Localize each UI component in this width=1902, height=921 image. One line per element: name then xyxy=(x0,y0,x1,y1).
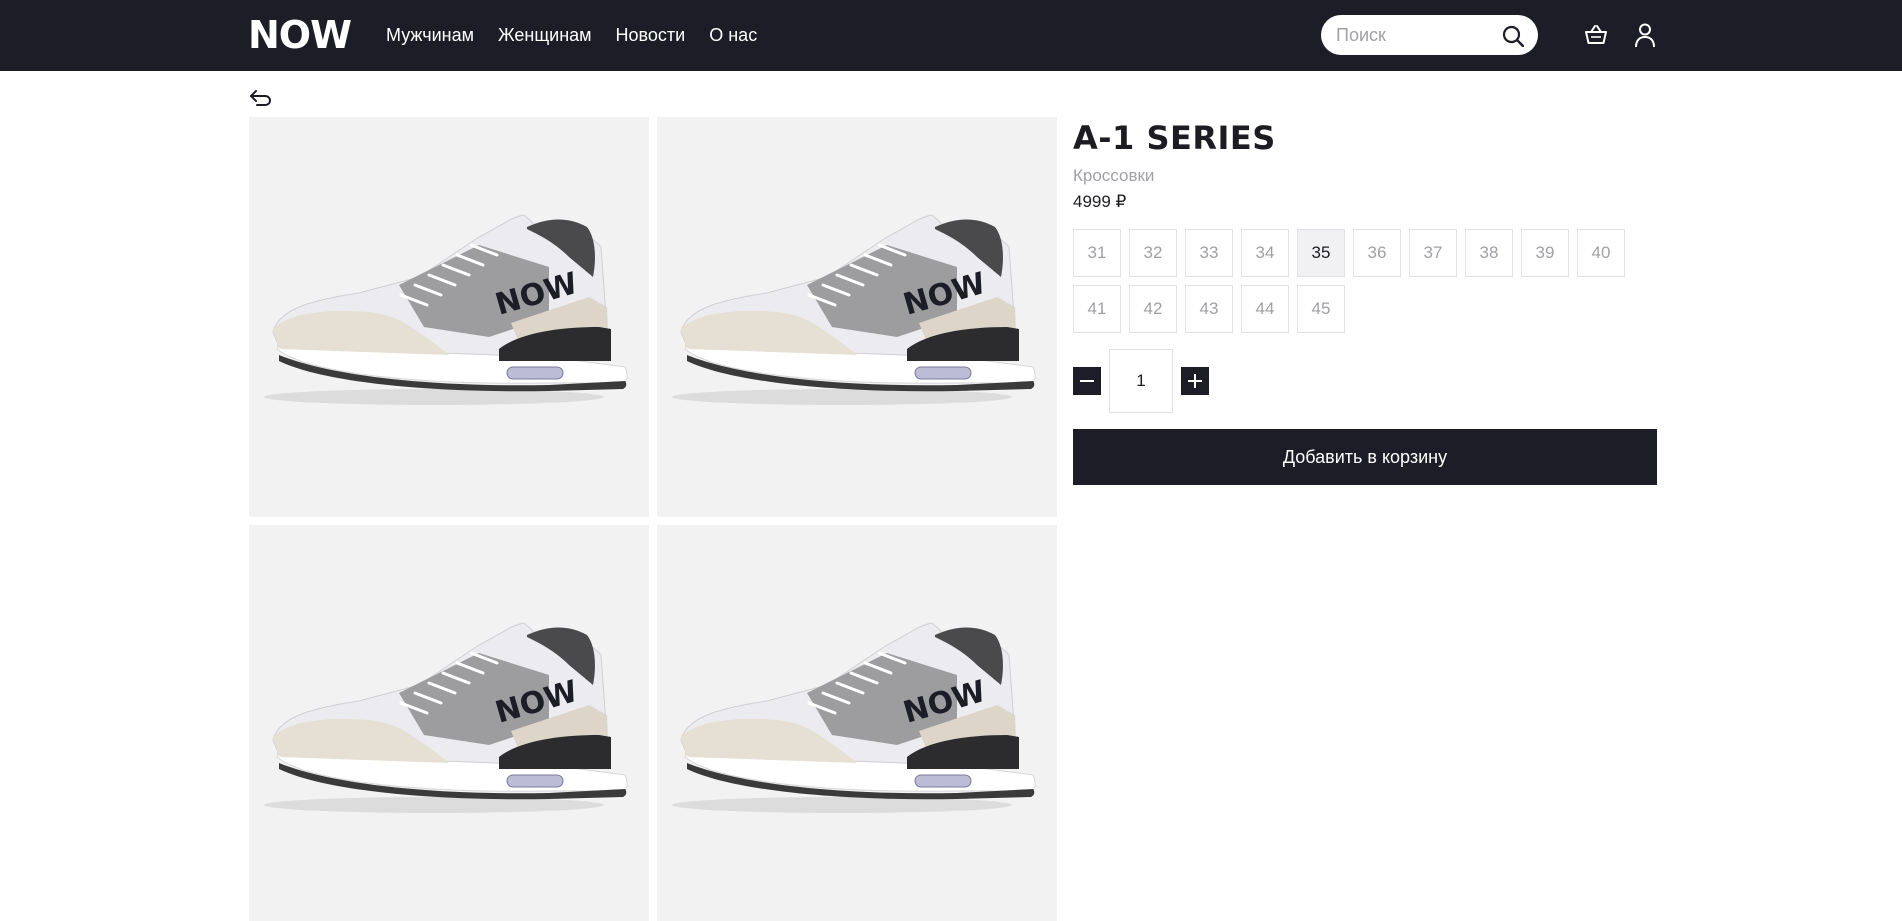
size-option[interactable]: 37 xyxy=(1409,229,1457,277)
size-option[interactable]: 31 xyxy=(1073,229,1121,277)
quantity-increase-button[interactable] xyxy=(1181,367,1209,395)
shadow xyxy=(672,797,1012,813)
product-image[interactable]: NOW xyxy=(657,117,1057,517)
quantity-decrease-button[interactable] xyxy=(1073,367,1101,395)
nav-item-women[interactable]: Женщинам xyxy=(498,24,592,46)
size-option[interactable]: 34 xyxy=(1241,229,1289,277)
site-header: NOW Мужчинам Женщинам Новости О нас xyxy=(0,0,1902,71)
air-unit xyxy=(506,366,564,380)
user-icon[interactable] xyxy=(1633,22,1657,48)
cart-icon[interactable] xyxy=(1584,23,1608,47)
size-option[interactable]: 40 xyxy=(1577,229,1625,277)
sneaker-illustration: NOW xyxy=(264,622,628,813)
nav-item-about[interactable]: О нас xyxy=(709,24,757,46)
size-option[interactable]: 42 xyxy=(1129,285,1177,333)
size-option[interactable]: 45 xyxy=(1297,285,1345,333)
search-input[interactable] xyxy=(1336,15,1496,55)
product-price: 4999 ₽ xyxy=(1073,192,1127,211)
sneaker-illustration: NOW xyxy=(672,622,1036,813)
size-option[interactable]: 38 xyxy=(1465,229,1513,277)
nav-item-news[interactable]: Новости xyxy=(616,24,686,46)
size-option[interactable]: 36 xyxy=(1353,229,1401,277)
size-option[interactable]: 43 xyxy=(1185,285,1233,333)
shadow xyxy=(264,389,604,405)
product-image[interactable]: NOW xyxy=(249,117,649,517)
product-category: Кроссовки xyxy=(1073,166,1155,185)
search-icon[interactable] xyxy=(1502,25,1524,47)
size-option[interactable]: 44 xyxy=(1241,285,1289,333)
sneaker-illustration: NOW xyxy=(672,214,1036,405)
main-nav: Мужчинам Женщинам Новости О нас xyxy=(386,24,757,46)
minus-icon xyxy=(1080,380,1094,382)
size-selector: 31 32 33 34 35 36 37 38 39 40 41 42 43 44 45 xyxy=(1073,229,1633,333)
sneaker-illustration: NOW xyxy=(264,214,628,405)
plus-icon xyxy=(1188,374,1202,388)
size-option[interactable]: 35 xyxy=(1297,229,1345,277)
air-unit xyxy=(914,774,972,788)
size-option[interactable]: 32 xyxy=(1129,229,1177,277)
quantity-value[interactable]: 1 xyxy=(1109,349,1173,413)
nav-item-men[interactable]: Мужчинам xyxy=(386,24,474,46)
size-option[interactable]: 41 xyxy=(1073,285,1121,333)
shadow xyxy=(264,797,604,813)
add-to-cart-button[interactable]: Добавить в корзину xyxy=(1073,429,1657,485)
air-unit xyxy=(914,366,972,380)
search-box xyxy=(1321,15,1538,55)
product-image[interactable]: NOW xyxy=(657,525,1057,921)
air-unit xyxy=(506,774,564,788)
back-arrow-icon[interactable] xyxy=(248,88,272,108)
product-title: A-1 SERIES xyxy=(1073,119,1276,157)
shadow xyxy=(672,389,1012,405)
size-option[interactable]: 39 xyxy=(1521,229,1569,277)
product-image[interactable]: NOW xyxy=(249,525,649,921)
site-logo[interactable]: NOW xyxy=(248,14,352,56)
size-option[interactable]: 33 xyxy=(1185,229,1233,277)
